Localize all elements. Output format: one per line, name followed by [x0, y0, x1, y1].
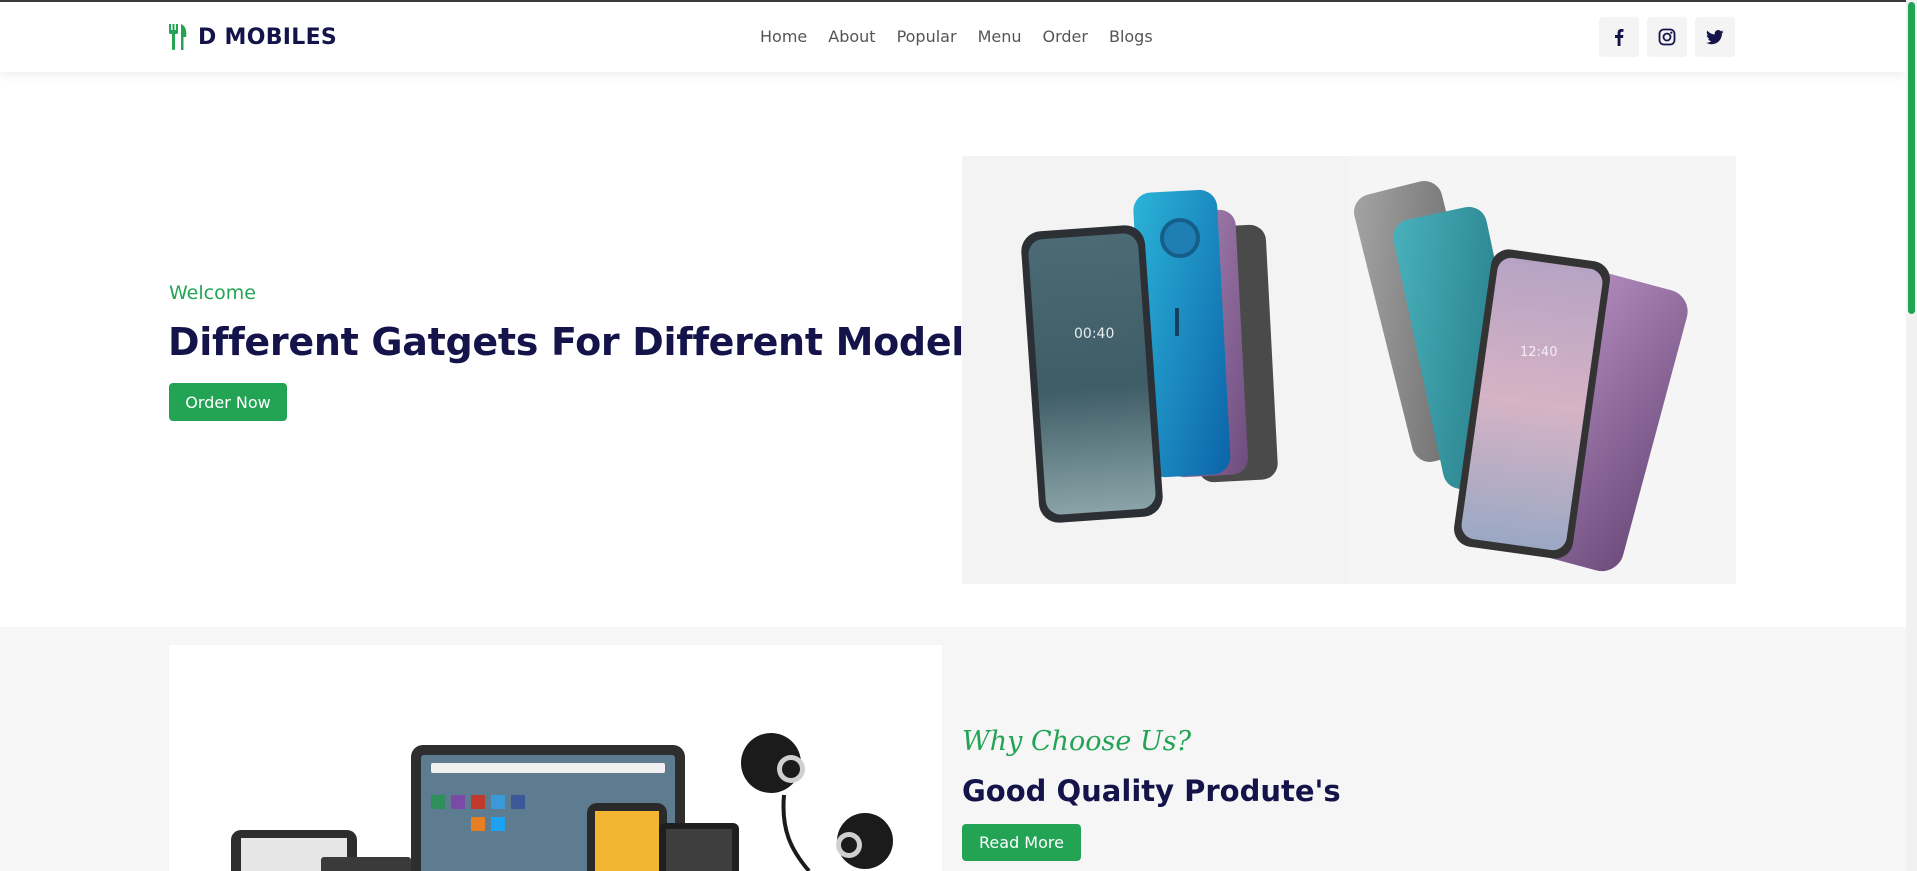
svg-text:12:40: 12:40	[1520, 345, 1557, 360]
brand-name: D MOBILES	[198, 24, 338, 50]
instagram-icon	[1658, 28, 1676, 46]
brand-logo[interactable]: D MOBILES	[168, 24, 337, 50]
phones-hero-image: 00:40 12:40	[962, 156, 1736, 584]
twitter-button[interactable]	[1695, 17, 1735, 57]
order-now-button[interactable]: Order Now	[169, 383, 287, 421]
social-links	[1599, 17, 1735, 57]
gadgets-image	[169, 645, 942, 871]
svg-text:00:40: 00:40	[1074, 326, 1114, 342]
nav-popular[interactable]: Popular	[897, 27, 957, 46]
nav-blogs[interactable]: Blogs	[1109, 27, 1153, 46]
main-nav: Home About Popular Menu Order Blogs	[760, 27, 1174, 46]
hero-title: Different Gatgets For Different Model's	[168, 320, 998, 364]
nav-menu[interactable]: Menu	[978, 27, 1022, 46]
scrollbar-thumb[interactable]	[1908, 2, 1915, 314]
facebook-icon	[1615, 29, 1624, 46]
nav-about[interactable]: About	[828, 27, 875, 46]
nav-order[interactable]: Order	[1043, 27, 1088, 46]
twitter-icon	[1706, 29, 1724, 44]
cutlery-icon	[169, 24, 187, 50]
nav-home[interactable]: Home	[760, 27, 807, 46]
why-title: Good Quality Produte's	[962, 774, 1341, 808]
site-header: D MOBILES Home About Popular Menu Order …	[0, 2, 1906, 72]
instagram-button[interactable]	[1647, 17, 1687, 57]
why-kicker: Why Choose Us?	[962, 726, 1192, 757]
facebook-button[interactable]	[1599, 17, 1639, 57]
read-more-button[interactable]: Read More	[962, 824, 1081, 861]
hero-kicker: Welcome	[169, 282, 256, 304]
